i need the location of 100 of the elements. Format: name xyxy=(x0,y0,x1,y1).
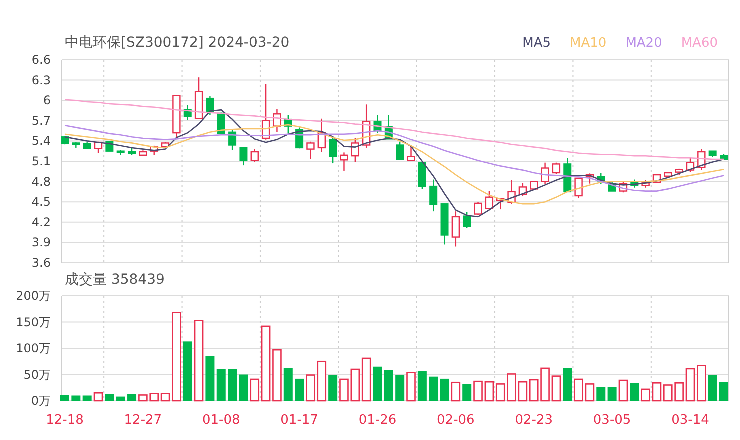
chart-title: 中电环保[SZ300172] 2024-03-20 xyxy=(65,34,290,52)
volume-bar xyxy=(451,382,461,402)
volume-bar xyxy=(406,372,416,402)
axis-label: 02-06 xyxy=(437,413,475,428)
volume-bar xyxy=(484,381,494,402)
axis-label: 0万 xyxy=(31,394,51,408)
axis-label: 5.1 xyxy=(32,154,51,168)
volume-bar xyxy=(160,393,170,402)
volume-bar xyxy=(284,368,293,401)
axis-label: 6.6 xyxy=(32,53,51,67)
volume-bar xyxy=(496,384,506,402)
volume-bar xyxy=(138,394,148,402)
axis-label: 200万 xyxy=(16,289,51,303)
volume-bar xyxy=(206,356,215,401)
candlestick xyxy=(128,148,136,156)
axis-label: 6 xyxy=(43,94,51,108)
volume-bar xyxy=(105,394,114,401)
candlestick xyxy=(94,142,103,154)
axis-label: 01-26 xyxy=(358,413,397,428)
candlestick xyxy=(518,183,528,196)
candlestick xyxy=(708,150,717,158)
axis-label: 4.5 xyxy=(32,195,51,210)
candlestick xyxy=(440,204,449,245)
axis-label: 12-27 xyxy=(124,413,162,428)
volume-bar xyxy=(82,396,92,401)
volume-bar xyxy=(563,368,572,401)
candlestick xyxy=(463,212,472,228)
volume-bar xyxy=(350,368,360,402)
candlestick xyxy=(116,150,125,156)
volume-bar xyxy=(72,396,81,401)
candlestick xyxy=(206,96,214,116)
volume-bar xyxy=(317,360,327,402)
candlestick xyxy=(552,162,561,174)
axis-label: 5.4 xyxy=(32,134,51,148)
axis-label: 4.2 xyxy=(32,215,51,230)
candlestick xyxy=(664,172,672,178)
candlestick xyxy=(273,109,282,132)
chart-title: 成交量 358439 xyxy=(65,271,165,289)
legend-label: MA20 xyxy=(626,36,662,50)
candlestick xyxy=(698,149,706,170)
candlestick xyxy=(597,173,606,184)
volume-bar xyxy=(340,378,349,402)
volume-bar xyxy=(60,395,70,401)
axis-label: 6.3 xyxy=(32,73,51,88)
candlestick xyxy=(351,138,360,162)
candlestick xyxy=(720,154,728,160)
legend-label: MA60 xyxy=(681,36,718,50)
candlestick xyxy=(530,181,538,190)
axis-label: 3.6 xyxy=(32,256,51,270)
candlestick xyxy=(452,212,460,247)
volume-bar xyxy=(116,396,126,401)
axis-label: 01-08 xyxy=(202,413,240,428)
axis-label: 02-23 xyxy=(515,413,553,428)
volume-bar xyxy=(720,382,728,401)
volume-bar xyxy=(474,380,483,402)
candlestick xyxy=(384,115,393,140)
candlestick xyxy=(306,142,315,160)
candlestick xyxy=(474,202,482,215)
candlestick xyxy=(161,142,170,148)
axis-label: 03-14 xyxy=(672,413,710,428)
volume-bar xyxy=(150,393,159,402)
candlestick xyxy=(362,104,371,148)
candlestick xyxy=(686,157,695,172)
volume-bar xyxy=(462,384,472,401)
volume-bar xyxy=(418,371,427,401)
candlestick xyxy=(340,152,348,171)
volume-bar xyxy=(183,342,192,401)
candlestick xyxy=(374,115,382,134)
volume-bar xyxy=(384,370,394,401)
axis-label: 4.8 xyxy=(32,174,51,189)
candlestick xyxy=(396,142,404,160)
volume-bar xyxy=(518,381,528,402)
legend-label: MA10 xyxy=(570,36,607,50)
axis-label: 3.9 xyxy=(32,236,51,250)
candlestick xyxy=(318,118,326,152)
candlestick xyxy=(172,95,181,138)
candlestick xyxy=(194,78,204,120)
volume-bar xyxy=(630,383,640,401)
volume-bar xyxy=(272,349,282,402)
candlestick xyxy=(496,198,505,210)
volume-bar xyxy=(328,375,338,401)
volume-bar xyxy=(674,382,684,402)
candlestick xyxy=(184,105,192,120)
candlestick xyxy=(72,142,80,148)
volume-bar xyxy=(216,370,226,401)
candlestick xyxy=(675,168,684,176)
volume-bar xyxy=(507,374,516,402)
volume-bar xyxy=(128,394,137,401)
legend-label: MA5 xyxy=(522,36,552,50)
volume-bar xyxy=(228,370,238,401)
candlestick xyxy=(642,180,650,188)
volume-bar xyxy=(440,378,450,401)
axis-label: 12-18 xyxy=(46,413,84,428)
volume-bar xyxy=(652,382,662,402)
axis-label: 03-05 xyxy=(593,413,632,428)
candlestick xyxy=(262,84,270,140)
volume-bar xyxy=(608,387,617,401)
volume-bar xyxy=(295,378,304,401)
candlestick xyxy=(418,162,426,190)
volume-bar xyxy=(574,378,584,402)
